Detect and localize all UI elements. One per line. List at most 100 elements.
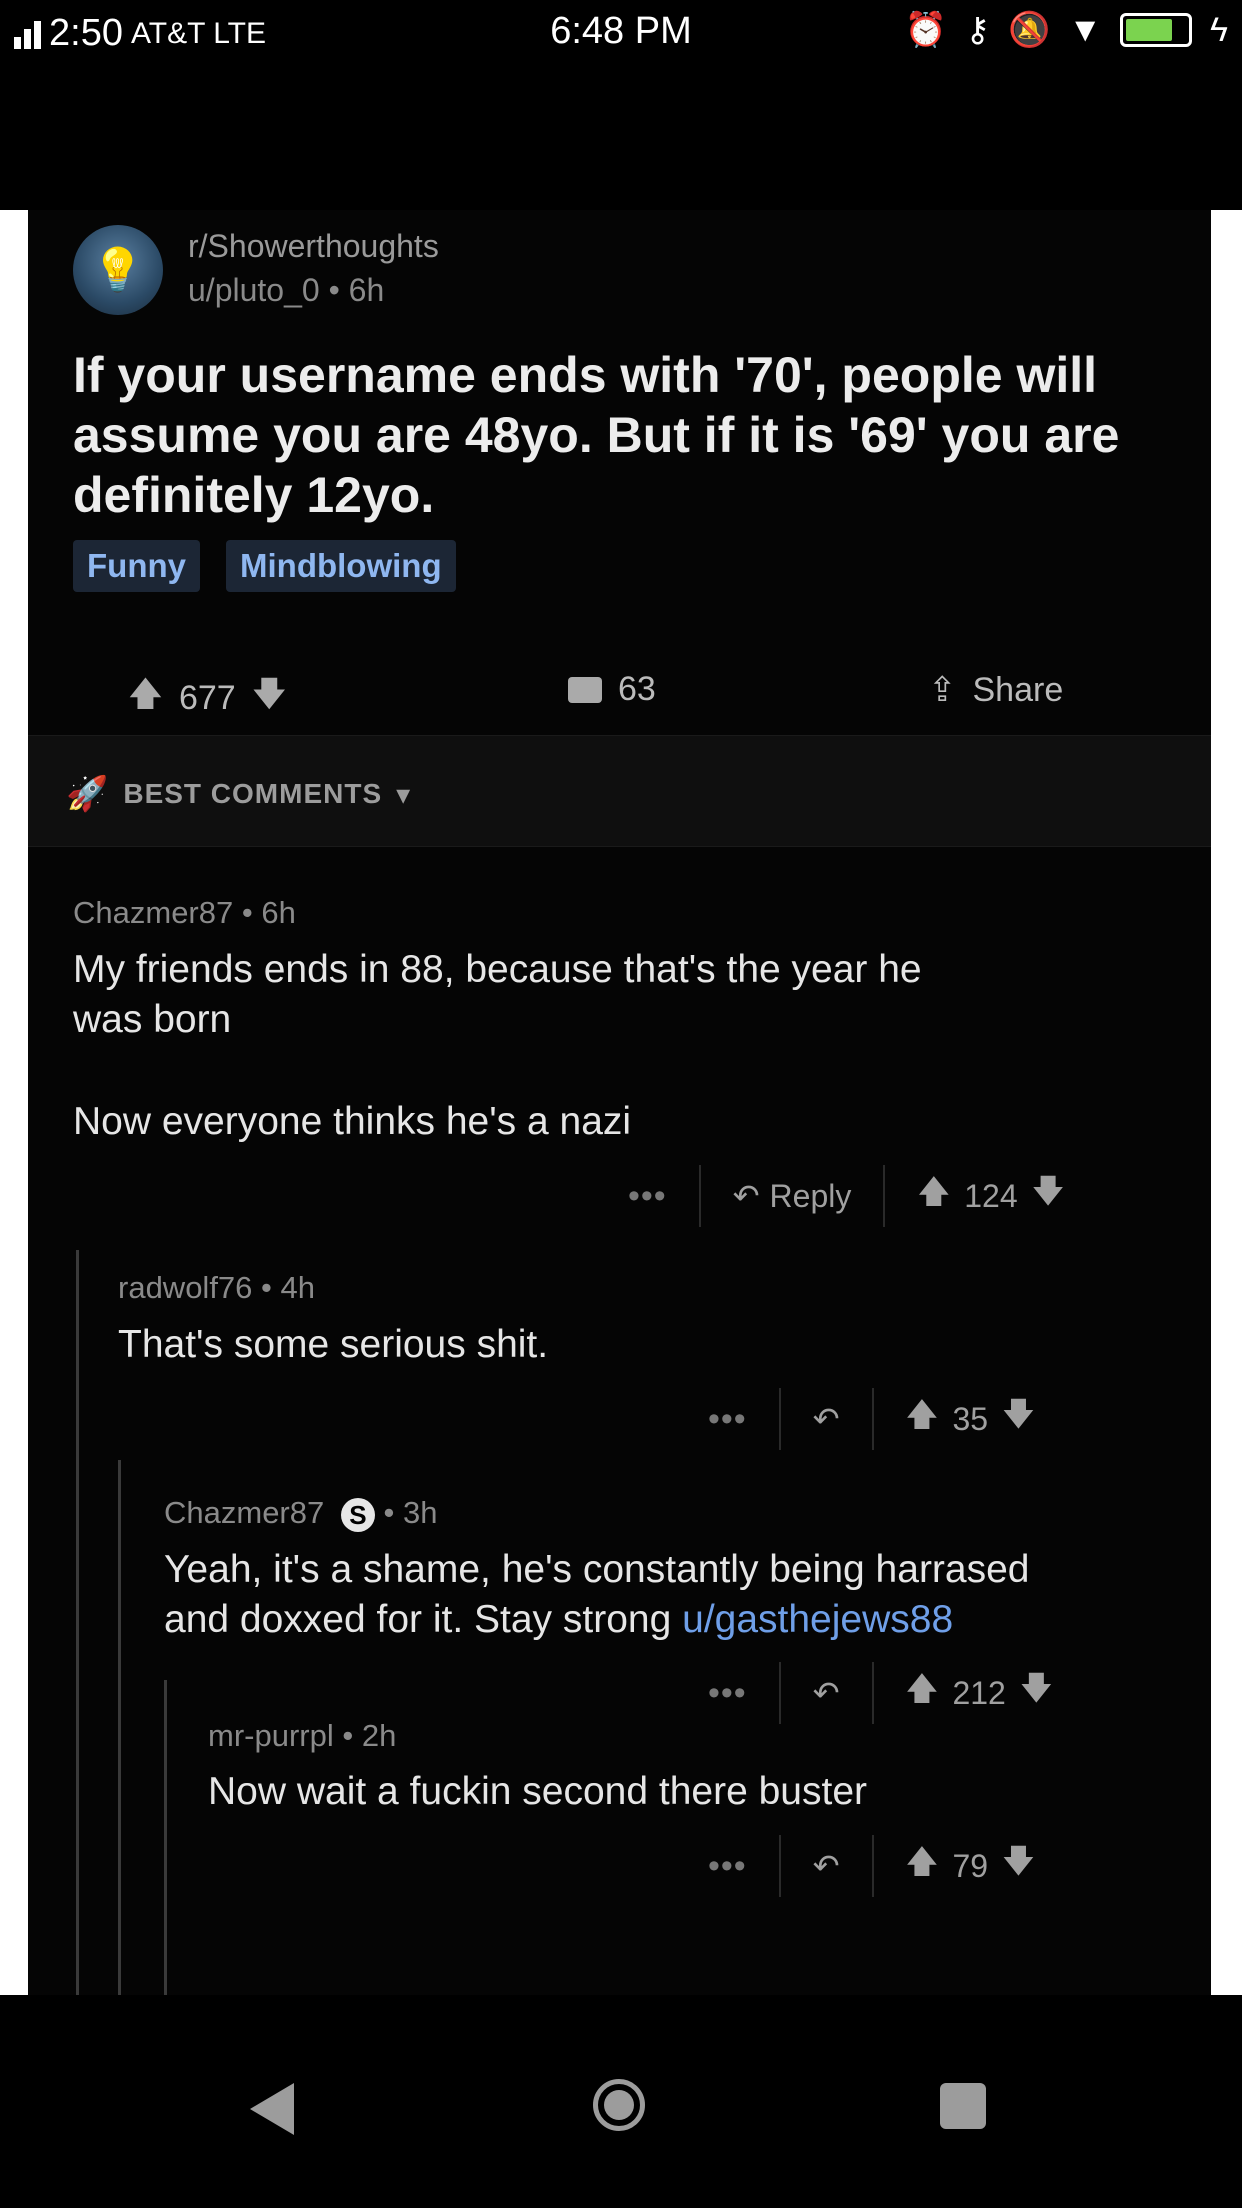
- recent-apps-icon[interactable]: [940, 2083, 986, 2129]
- post-score: 677: [178, 679, 236, 717]
- thread-line[interactable]: [76, 1250, 79, 1995]
- flair-funny[interactable]: Funny: [73, 540, 200, 592]
- downvote-icon[interactable]: 🡇: [1032, 1169, 1065, 1223]
- key-icon: ⚷: [965, 11, 990, 49]
- rocket-icon: 🚀: [66, 775, 110, 813]
- comment-author[interactable]: Chazmer87: [73, 895, 233, 930]
- upvote-icon[interactable]: 🡅: [906, 1392, 939, 1446]
- reply-icon: ↶: [732, 1178, 760, 1214]
- upvote-icon[interactable]: 🡅: [906, 1839, 939, 1893]
- meta-dot: •: [342, 1718, 362, 1753]
- divider: [871, 1388, 874, 1450]
- comment-author[interactable]: mr-purrpl: [208, 1718, 334, 1753]
- downvote-icon[interactable]: 🡇: [1002, 1839, 1035, 1893]
- sort-dropdown[interactable]: 🚀 BEST COMMENTS ▾: [66, 774, 411, 814]
- sort-label: BEST COMMENTS: [123, 778, 383, 809]
- meta-dot: •: [328, 272, 349, 308]
- comment-score: 35: [952, 1400, 989, 1437]
- comment-text-line: My friends ends in 88, because that's th…: [73, 948, 922, 991]
- comment-vote: 🡅 124 🡇: [917, 1169, 1064, 1223]
- comment-text-line: and doxxed for it. Stay strong u/gasthej…: [164, 1595, 1194, 1645]
- share-button[interactable]: ⇪ Share: [928, 670, 1063, 710]
- comment-body: My friends ends in 88, because that's th…: [73, 945, 1173, 1045]
- flair-mindblowing[interactable]: Mindblowing: [226, 540, 456, 592]
- share-icon: ⇪: [928, 671, 957, 709]
- reply-icon[interactable]: ↶: [813, 1847, 840, 1885]
- comment-author-line: Chazmer87 • 6h: [73, 895, 296, 931]
- screenshot-frame: 💡 r/Showerthoughts u/pluto_0 • 6h If you…: [0, 210, 1242, 1995]
- share-label: Share: [972, 670, 1064, 709]
- divider: [698, 1165, 701, 1227]
- post-author[interactable]: u/pluto_0: [188, 272, 320, 308]
- downvote-icon[interactable]: 🡇: [252, 670, 287, 727]
- bell-off-icon: 🔕: [1008, 11, 1051, 49]
- post-title[interactable]: If your username ends with '70', people …: [73, 345, 1153, 525]
- comment-age: 3h: [402, 1495, 438, 1530]
- downvote-icon[interactable]: 🡇: [1020, 1666, 1053, 1720]
- navigation-bar: [0, 1995, 1242, 2208]
- comment-score: 212: [952, 1674, 1006, 1711]
- back-icon[interactable]: [250, 2083, 294, 2135]
- status-icons: ⏰ ⚷ 🔕 ▼ ϟ: [905, 10, 1228, 50]
- more-options-icon[interactable]: •••: [628, 1177, 667, 1216]
- comment-vote: 🡅 79 🡇: [906, 1839, 1035, 1893]
- divider: [778, 1388, 781, 1450]
- divider: [778, 1662, 781, 1724]
- subreddit-name[interactable]: r/Showerthoughts: [188, 228, 439, 265]
- comment-author[interactable]: Chazmer87: [164, 1495, 324, 1530]
- submitter-badge-icon: S: [340, 1497, 375, 1532]
- reply-button[interactable]: ↶ Reply: [733, 1177, 852, 1215]
- home-icon[interactable]: [593, 2079, 645, 2131]
- divider: [883, 1165, 886, 1227]
- comment-score: 124: [964, 1177, 1018, 1214]
- comment-score: 79: [952, 1847, 989, 1884]
- wifi-icon: ▼: [1068, 10, 1102, 49]
- post-vote: 🡅 677 🡇: [128, 670, 287, 727]
- reply-icon[interactable]: ↶: [813, 1674, 840, 1712]
- chevron-down-icon: ▾: [396, 778, 412, 810]
- charging-icon: ϟ: [1210, 10, 1228, 49]
- more-options-icon[interactable]: •••: [708, 1674, 747, 1713]
- divider: [778, 1835, 781, 1897]
- post-meta: u/pluto_0 • 6h: [188, 272, 384, 309]
- reddit-screenshot: 💡 r/Showerthoughts u/pluto_0 • 6h If you…: [28, 210, 1211, 1995]
- status-bar: 2:50 AT&T LTE 6:48 PM ⏰ ⚷ 🔕 ▼ ϟ: [0, 0, 1242, 70]
- thread-line[interactable]: [118, 1460, 121, 1995]
- post-action-bar: 🡅 677 🡇 63 ⇪ Share: [28, 650, 1211, 730]
- divider: [871, 1662, 874, 1724]
- comment-text-segment: and doxxed for it. Stay strong: [164, 1598, 683, 1641]
- upvote-icon[interactable]: 🡅: [917, 1169, 950, 1223]
- subreddit-avatar-icon[interactable]: 💡: [73, 225, 163, 315]
- more-options-icon[interactable]: •••: [708, 1847, 747, 1886]
- comment-text-extra: Now everyone thinks he's a nazi: [73, 1100, 632, 1143]
- comments-button[interactable]: 63: [568, 670, 656, 709]
- comment-icon: [568, 676, 602, 703]
- comment-author-line: radwolf76 • 4h: [118, 1270, 315, 1306]
- user-mention-link[interactable]: u/gasthejews88: [682, 1598, 953, 1641]
- comment-body: Now wait a fuckin second there buster: [208, 1770, 868, 1813]
- comment-body: That's some serious shit.: [118, 1323, 549, 1366]
- downvote-icon[interactable]: 🡇: [1002, 1392, 1035, 1446]
- comment-vote: 🡅 35 🡇: [906, 1392, 1035, 1446]
- comment-actions: ••• ↶ 🡅 212 🡇: [708, 1662, 1053, 1724]
- comment-body: Yeah, it's a shame, he's constantly bein…: [164, 1545, 1194, 1645]
- alarm-icon: ⏰: [904, 11, 948, 49]
- thread-line[interactable]: [164, 1680, 167, 1995]
- more-options-icon[interactable]: •••: [708, 1400, 747, 1439]
- meta-dot: •: [261, 1270, 281, 1305]
- comment-author-line: mr-purrpl • 2h: [208, 1718, 396, 1754]
- sort-bar[interactable]: 🚀 BEST COMMENTS ▾: [28, 735, 1211, 847]
- comment-actions: ••• ↶ 🡅 79 🡇: [708, 1835, 1035, 1897]
- battery-icon: [1120, 13, 1192, 47]
- comment-text-line: Yeah, it's a shame, he's constantly bein…: [164, 1548, 1030, 1591]
- meta-dot: •: [241, 895, 262, 930]
- post-age: 6h: [348, 272, 385, 308]
- comment-count: 63: [618, 670, 656, 708]
- comment-author-line: Chazmer87 S • 3h: [164, 1495, 437, 1532]
- comment-text-line: was born: [73, 998, 232, 1041]
- upvote-icon[interactable]: 🡅: [906, 1666, 939, 1720]
- comment-vote: 🡅 212 🡇: [906, 1666, 1053, 1720]
- upvote-icon[interactable]: 🡅: [128, 670, 163, 727]
- comment-author[interactable]: radwolf76: [118, 1270, 252, 1305]
- reply-icon[interactable]: ↶: [813, 1400, 840, 1438]
